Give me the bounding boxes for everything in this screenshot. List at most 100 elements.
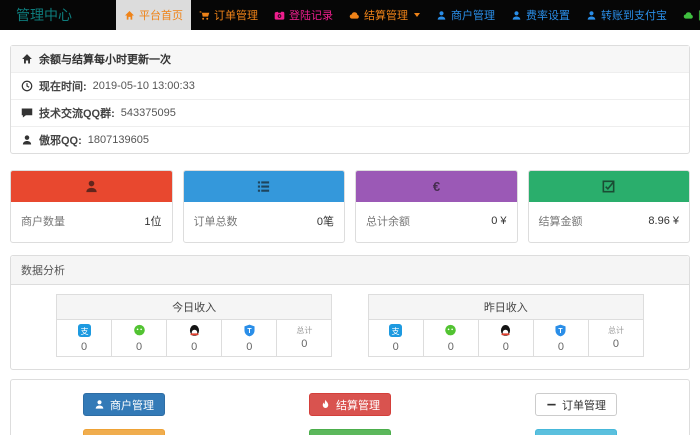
nav-item-label: 转账到支付宝 bbox=[601, 7, 667, 23]
stat-card-merchants: 商户数量 1位 bbox=[10, 170, 173, 243]
check-square-icon bbox=[601, 179, 616, 194]
nav-item-platform-home[interactable]: 平台首页 bbox=[116, 0, 191, 30]
notice-header-row: 余额与结算每小时更新一次 bbox=[11, 46, 689, 73]
quick-actions-panel: 商户管理 结算管理 订单管理 结算记录 bbox=[10, 379, 690, 435]
stat-card-header bbox=[11, 171, 172, 202]
stat-card-value: 0笔 bbox=[317, 213, 334, 229]
nav-item-site-config[interactable]: 网站配置 bbox=[675, 0, 700, 30]
income-cell-total: 总计 0 bbox=[588, 320, 644, 357]
nav-item-label: 结算管理 bbox=[364, 7, 408, 23]
income-value: 0 bbox=[57, 341, 111, 353]
user-icon bbox=[586, 10, 597, 21]
current-time-row: 现在时间: 2019-05-10 13:00:33 bbox=[11, 73, 689, 100]
income-value: 0 bbox=[167, 341, 221, 353]
brand-title: 管理中心 bbox=[0, 0, 88, 30]
income-value: 0 bbox=[222, 341, 276, 353]
nav-item-settlement-mgmt[interactable]: 结算管理 bbox=[341, 0, 428, 30]
data-analysis-panel: 数据分析 今日收入 支 0 0 0 bbox=[10, 255, 690, 370]
stat-card-header bbox=[184, 171, 345, 202]
author-qq-value: 1807139605 bbox=[88, 134, 149, 146]
cart-icon bbox=[199, 10, 210, 21]
nav-item-merchant-mgmt[interactable]: 商户管理 bbox=[428, 0, 503, 30]
qq-icon bbox=[188, 324, 201, 337]
wechat-icon bbox=[444, 324, 457, 337]
income-value: 0 bbox=[424, 341, 478, 353]
system-log-button[interactable]: € 系统日志 bbox=[535, 429, 617, 435]
stat-card-label: 订单总数 bbox=[194, 213, 238, 229]
income-cell-alipay: 支 0 bbox=[56, 320, 112, 357]
current-time-value: 2019-05-10 13:00:33 bbox=[93, 80, 195, 92]
current-time-label: 现在时间: bbox=[39, 78, 87, 94]
button-label: 商户管理 bbox=[110, 397, 154, 413]
user-icon bbox=[94, 399, 105, 410]
merchant-mgmt-button[interactable]: 商户管理 bbox=[83, 393, 165, 416]
qq-group-value: 543375095 bbox=[121, 107, 176, 119]
camera-icon bbox=[274, 10, 285, 21]
nav-item-label: 登陆记录 bbox=[289, 7, 333, 23]
data-analysis-title: 数据分析 bbox=[11, 256, 689, 285]
nav-item-label: 商户管理 bbox=[451, 7, 495, 23]
today-income-title: 今日收入 bbox=[56, 294, 332, 320]
qq-group-row: 技术交流QQ群: 543375095 bbox=[11, 100, 689, 127]
cloud-icon bbox=[349, 10, 360, 21]
income-value: 0 bbox=[112, 341, 166, 353]
order-mgmt-button[interactable]: 订单管理 bbox=[535, 393, 617, 416]
stat-card-balance: € 总计余额 0 ¥ bbox=[355, 170, 518, 243]
comment-icon bbox=[21, 107, 33, 119]
user-icon bbox=[84, 179, 99, 194]
yesterday-income-title: 昨日收入 bbox=[368, 294, 644, 320]
income-cell-total: 总计 0 bbox=[276, 320, 332, 357]
income-cell-tenpay: T 0 bbox=[533, 320, 589, 357]
settlement-records-button[interactable]: 结算记录 bbox=[83, 429, 165, 435]
income-cell-wechat: 0 bbox=[111, 320, 167, 357]
author-qq-label: 傲邪QQ: bbox=[39, 132, 82, 148]
notice-panel: 余额与结算每小时更新一次 现在时间: 2019-05-10 13:00:33 技… bbox=[10, 45, 690, 154]
stat-card-value: 1位 bbox=[144, 213, 161, 229]
chevron-down-icon bbox=[414, 13, 420, 17]
monitor-mgmt-button[interactable]: 监控管理 bbox=[309, 429, 391, 435]
wechat-icon bbox=[133, 324, 146, 337]
main-content: 余额与结算每小时更新一次 现在时间: 2019-05-10 13:00:33 技… bbox=[0, 30, 700, 435]
income-value: 0 bbox=[534, 341, 588, 353]
tenpay-icon: T bbox=[243, 324, 256, 337]
qq-group-label: 技术交流QQ群: bbox=[39, 105, 115, 121]
stat-cards-row: 商户数量 1位 订单总数 0笔 € 总计余额 0 ¥ bbox=[10, 170, 690, 243]
income-total-label: 总计 bbox=[277, 324, 331, 337]
minus-icon bbox=[546, 399, 557, 410]
stat-card-value: 0 ¥ bbox=[491, 215, 506, 227]
qq-icon bbox=[499, 324, 512, 337]
income-value: 0 bbox=[589, 338, 643, 350]
top-navbar: 管理中心 平台首页 订单管理 登陆记录 结算管理 商户管理 费率设置 转账到支付… bbox=[0, 0, 700, 30]
stat-card-label: 结算金额 bbox=[539, 213, 583, 229]
income-cell-tenpay: T 0 bbox=[221, 320, 277, 357]
stat-card-settlement: 结算金额 8.96 ¥ bbox=[528, 170, 691, 243]
income-value: 0 bbox=[479, 341, 533, 353]
clock-icon bbox=[21, 80, 33, 92]
tenpay-icon: T bbox=[554, 324, 567, 337]
stat-card-label: 商户数量 bbox=[21, 213, 65, 229]
income-cell-qq: 0 bbox=[478, 320, 534, 357]
alipay-icon: 支 bbox=[78, 324, 91, 337]
button-label: 订单管理 bbox=[562, 397, 606, 413]
euro-icon: € bbox=[429, 179, 444, 194]
nav-item-transfer-alipay[interactable]: 转账到支付宝 bbox=[578, 0, 675, 30]
income-value: 0 bbox=[277, 338, 331, 350]
stat-card-header bbox=[529, 171, 690, 202]
income-cell-alipay: 支 0 bbox=[368, 320, 424, 357]
nav-item-login-records[interactable]: 登陆记录 bbox=[266, 0, 341, 30]
nav-item-orders[interactable]: 订单管理 bbox=[191, 0, 266, 30]
button-label: 结算管理 bbox=[336, 397, 380, 413]
flame-icon bbox=[320, 399, 331, 410]
nav-item-rate-settings[interactable]: 费率设置 bbox=[503, 0, 578, 30]
cloud-icon bbox=[683, 10, 694, 21]
stat-card-header: € bbox=[356, 171, 517, 202]
list-icon bbox=[256, 179, 271, 194]
stat-card-value: 8.96 ¥ bbox=[648, 215, 679, 227]
today-income-group: 今日收入 支 0 0 0 T 0 bbox=[56, 294, 332, 357]
svg-text:支: 支 bbox=[80, 326, 88, 336]
user-icon bbox=[511, 10, 522, 21]
yesterday-income-group: 昨日收入 支 0 0 0 T 0 bbox=[368, 294, 644, 357]
user-icon bbox=[21, 134, 33, 146]
user-icon bbox=[436, 10, 447, 21]
settlement-mgmt-button[interactable]: 结算管理 bbox=[309, 393, 391, 416]
